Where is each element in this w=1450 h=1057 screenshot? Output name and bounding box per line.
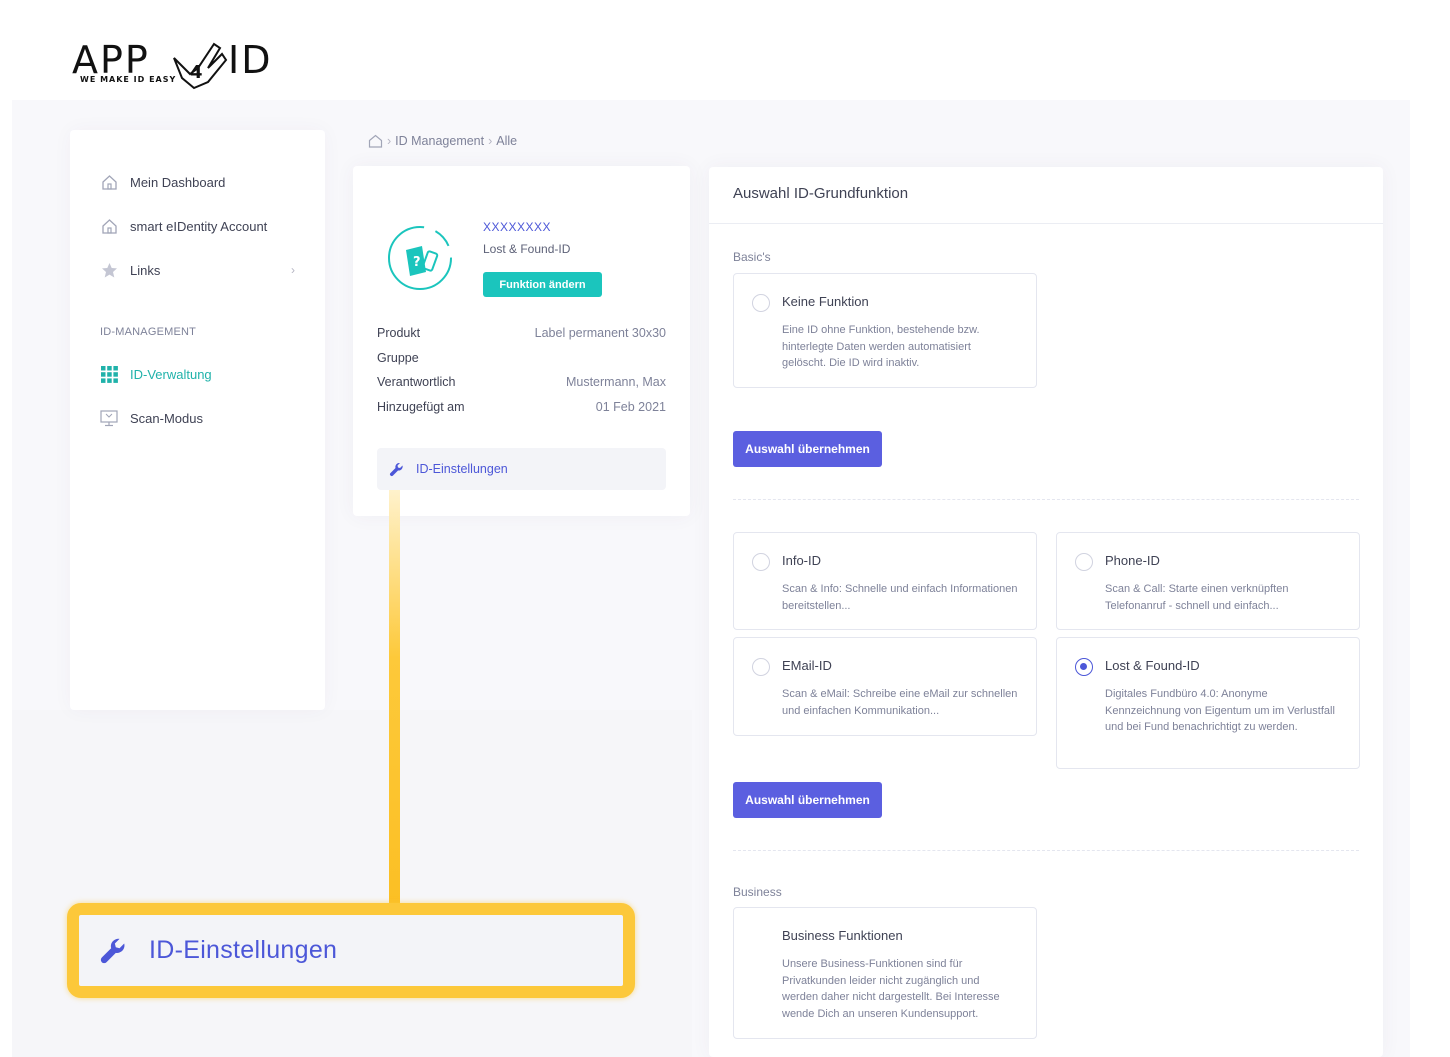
sidebar-section-title: ID-MANAGEMENT [100,326,197,338]
sidebar-item-dashboard[interactable]: Mein Dashboard [100,171,225,193]
logo-hand-icon: 4 [173,42,228,90]
sidebar-item-id-verwaltung[interactable]: ID-Verwaltung [100,363,212,385]
sidebar: Mein Dashboard smart eIDentity Account L… [70,130,325,710]
radio-button[interactable] [752,294,770,312]
option-title: Phone-ID [1105,553,1160,568]
lost-found-icon: ? [388,226,452,290]
radio-button[interactable] [1075,553,1093,571]
id-info-card: ? XXXXXXXX Lost & Found-ID Funktion ände… [353,166,690,516]
grid-icon [100,365,118,383]
star-icon [100,261,118,279]
info-row-verantwortlich: Verantwortlich Mustermann, Max [377,375,666,389]
option-title: Lost & Found-ID [1105,658,1200,673]
sidebar-item-account[interactable]: smart eIDentity Account [100,215,267,237]
option-title: Info-ID [782,553,822,568]
option-title: EMail-ID [782,658,832,673]
sidebar-item-label: Scan-Modus [130,410,203,426]
app4id-logo[interactable]: APP ID 4 WE MAKE ID EASY [72,38,292,94]
option-email-id[interactable]: EMail-ID Scan & eMail: Schreibe eine eMa… [733,637,1037,736]
id-title: XXXXXXXX [483,220,552,234]
monitor-icon [100,409,118,427]
apply-selection-button[interactable]: Auswahl übernehmen [733,431,882,467]
function-selection-card: Auswahl ID-Grundfunktion Basic's Keine F… [709,167,1383,1057]
logo-text-id: ID [228,38,273,82]
sidebar-item-scan-modus[interactable]: Scan-Modus [100,407,203,429]
background-overlay [12,710,692,1057]
section-label-business: Business [733,885,782,899]
sidebar-item-label: ID-Verwaltung [130,366,212,382]
svg-text:?: ? [413,255,421,270]
background-edge [1410,718,1450,1057]
option-description: Unsere Business-Funktionen sind für Priv… [782,958,1000,1020]
id-settings-label: ID-Einstellungen [416,462,508,476]
info-value: Label permanent 30x30 [534,326,666,340]
radio-button-selected[interactable] [1075,658,1093,676]
radio-button[interactable] [752,553,770,571]
sidebar-item-label: smart eIDentity Account [130,218,268,234]
radio-button[interactable] [752,658,770,676]
info-key: Verantwortlich [377,375,456,389]
sidebar-item-label: Links [130,262,161,278]
info-key: Gruppe [377,351,419,365]
apply-selection-button[interactable]: Auswahl übernehmen [733,782,882,818]
id-settings-callout: ID-Einstellungen [67,903,635,998]
option-description: Scan & Call: Starte einen verknüpften Te… [1105,583,1289,612]
option-keine-funktion[interactable]: Keine Funktion Eine ID ohne Funktion, be… [733,273,1037,388]
breadcrumb-id-management[interactable]: ID Management [395,134,484,148]
id-type: Lost & Found-ID [483,242,571,256]
callout-label: ID-Einstellungen [149,936,338,964]
callout-connector [389,490,400,910]
option-title: Keine Funktion [782,294,869,309]
info-row-produkt: Produkt Label permanent 30x30 [377,326,666,340]
option-description: Digitales Fundbüro 4.0: Anonyme Kennzeic… [1105,688,1335,733]
section-label-basics: Basic's [733,250,771,264]
info-value: 01 Feb 2021 [595,400,666,414]
breadcrumb: › ID Management › Alle [368,134,517,148]
breadcrumb-alle[interactable]: Alle [496,134,517,148]
info-row-hinzugefuegt: Hinzugefügt am 01 Feb 2021 [377,400,666,414]
home-icon[interactable] [368,134,383,148]
info-key: Produkt [377,326,421,340]
option-title: Business Funktionen [782,928,903,943]
home-icon [100,217,118,235]
chevron-right-icon: › [291,263,295,277]
divider [733,850,1359,851]
option-description: Eine ID ohne Funktion, bestehende bzw. h… [782,324,980,369]
option-description: Scan & eMail: Schreibe eine eMail zur sc… [782,688,1018,717]
svg-text:4: 4 [190,62,203,83]
wrench-icon [99,937,127,965]
id-settings-link[interactable]: ID-Einstellungen [377,448,666,490]
card-title: Auswahl ID-Grundfunktion [709,167,1383,224]
option-phone-id[interactable]: Phone-ID Scan & Call: Starte einen verkn… [1056,532,1360,630]
home-icon [100,173,118,191]
sidebar-item-links[interactable]: Links › [100,259,295,281]
option-lost-found-id[interactable]: Lost & Found-ID Digitales Fundbüro 4.0: … [1056,637,1360,769]
info-row-gruppe: Gruppe [377,351,666,365]
info-value: Mustermann, Max [565,375,666,389]
sidebar-item-label: Mein Dashboard [130,174,226,190]
divider [733,499,1359,500]
info-key: Hinzugefügt am [377,400,465,414]
option-description: Scan & Info: Schnelle und einfach Inform… [782,583,1018,612]
change-function-button[interactable]: Funktion ändern [483,272,602,297]
breadcrumb-separator: › [488,134,493,148]
option-info-id[interactable]: Info-ID Scan & Info: Schnelle und einfac… [733,532,1037,630]
option-business: Business Funktionen Unsere Business-Funk… [733,907,1037,1039]
breadcrumb-separator: › [387,134,392,148]
logo-tagline: WE MAKE ID EASY [80,75,177,84]
wrench-icon [389,462,404,477]
